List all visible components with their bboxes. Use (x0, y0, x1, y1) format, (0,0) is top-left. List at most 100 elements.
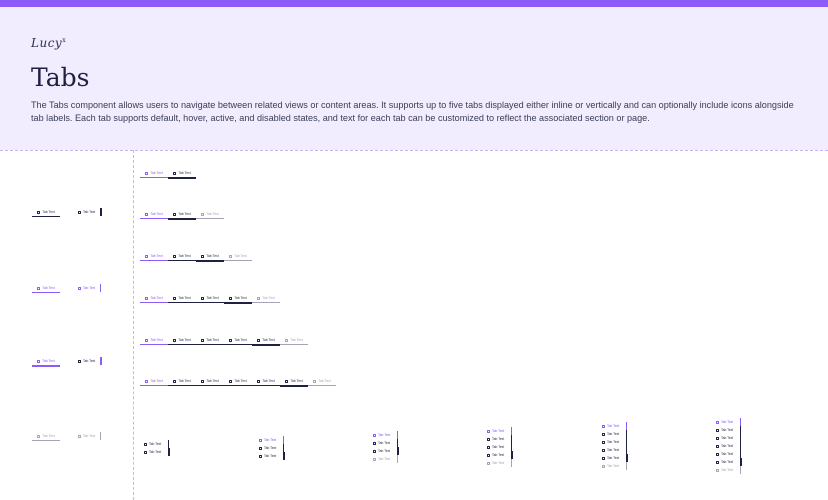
tab-item: Tab Text (308, 377, 336, 386)
tab-icon (716, 468, 719, 472)
tab-icon (145, 254, 149, 258)
tab-icon (716, 428, 719, 432)
tab-item: Tab Text (373, 455, 398, 463)
tab-item: Tab Text (280, 336, 308, 345)
tab-icon (201, 379, 205, 383)
tab-item[interactable]: Tab Text (144, 448, 170, 456)
tab-item[interactable]: Tab Text (487, 427, 512, 435)
tab-icon (173, 338, 177, 342)
tab-item[interactable]: Tab Text (196, 377, 224, 386)
tab-item[interactable]: Tab Text (168, 336, 196, 345)
tab-item[interactable]: Tab Text (252, 336, 280, 346)
tab-item[interactable]: Tab Text (196, 336, 224, 345)
tab-icon (716, 420, 719, 424)
tab-group-6: Tab Text Tab Text Tab Text Tab Text Tab … (140, 336, 308, 346)
tab-default[interactable]: Tab Text (32, 208, 60, 217)
tab-item[interactable]: Tab Text (140, 377, 168, 386)
tab-hover[interactable]: Tab Text (78, 284, 101, 292)
tab-icon (145, 171, 149, 175)
tab-icon (257, 296, 261, 300)
tab-item[interactable]: Tab Text (487, 435, 512, 443)
vertical-tab-group-5: Tab Text Tab Text Tab Text Tab Text Tab … (487, 427, 513, 467)
section-divider-horizontal (0, 150, 828, 151)
tab-item[interactable]: Tab Text (602, 446, 627, 454)
tab-item[interactable]: Tab Text (140, 252, 168, 261)
tab-item[interactable]: Tab Text (259, 444, 284, 452)
vertical-tab-group-2: Tab Text Tab Text (144, 440, 170, 456)
tab-item[interactable]: Tab Text (487, 443, 512, 451)
tab-item[interactable]: Tab Text (196, 252, 224, 262)
tab-group-5: Tab Text Tab Text Tab Text Tab Text Tab … (140, 294, 280, 304)
vertical-tab-group-4: Tab Text Tab Text Tab Text Tab Text (373, 431, 399, 463)
tab-item[interactable]: Tab Text (716, 458, 742, 466)
tab-item[interactable]: Tab Text (487, 451, 513, 459)
tab-item[interactable]: Tab Text (259, 452, 285, 460)
tab-icon (229, 296, 233, 300)
tab-item[interactable]: Tab Text (252, 377, 280, 386)
tab-icon (373, 433, 376, 437)
tab-icon (373, 449, 376, 453)
tab-item[interactable]: Tab Text (716, 426, 741, 434)
tab-icon (257, 379, 261, 383)
tab-item[interactable]: Tab Text (168, 294, 196, 303)
tab-item[interactable]: Tab Text (168, 169, 196, 179)
tab-icon (602, 456, 605, 460)
tab-disabled: Tab Text (32, 432, 60, 441)
tab-item[interactable]: Tab Text (373, 431, 398, 439)
section-divider-vertical (133, 150, 134, 500)
tab-active[interactable]: Tab Text (78, 357, 102, 365)
tab-item[interactable]: Tab Text (373, 439, 398, 447)
tab-icon (145, 212, 149, 216)
tab-icon (487, 437, 490, 441)
tab-item[interactable]: Tab Text (140, 169, 168, 178)
tab-icon (145, 379, 149, 383)
tab-hover[interactable]: Tab Text (32, 284, 60, 293)
tab-item[interactable]: Tab Text (716, 442, 741, 450)
tab-icon (201, 296, 205, 300)
tab-item[interactable]: Tab Text (716, 434, 741, 442)
tab-item[interactable]: Tab Text (140, 336, 168, 345)
tab-item[interactable]: Tab Text (602, 454, 628, 462)
vertical-tab-group-6: Tab Text Tab Text Tab Text Tab Text Tab … (602, 422, 628, 470)
tab-icon (229, 254, 233, 258)
tab-icon (37, 359, 41, 363)
tab-item[interactable]: Tab Text (373, 447, 399, 455)
tab-item: Tab Text (224, 252, 252, 261)
tab-item[interactable]: Tab Text (140, 294, 168, 303)
tab-item[interactable]: Tab Text (140, 210, 168, 219)
tab-item[interactable]: Tab Text (224, 336, 252, 345)
top-accent-bar (0, 0, 828, 7)
tab-item[interactable]: Tab Text (224, 377, 252, 386)
tab-item[interactable]: Tab Text (716, 418, 741, 426)
tab-item[interactable]: Tab Text (602, 430, 627, 438)
tab-item[interactable]: Tab Text (280, 377, 308, 387)
tab-default[interactable]: Tab Text (78, 208, 102, 216)
tab-icon (145, 296, 149, 300)
tab-item[interactable]: Tab Text (168, 210, 196, 220)
tab-icon (487, 453, 490, 457)
tab-icon (201, 212, 205, 216)
tab-item[interactable]: Tab Text (168, 377, 196, 386)
tab-icon (201, 254, 205, 258)
tab-item[interactable]: Tab Text (168, 252, 196, 261)
tab-item[interactable]: Tab Text (716, 450, 741, 458)
tab-icon (716, 460, 719, 464)
state-disabled-horizontal: Tab Text (32, 432, 60, 441)
tab-icon (602, 464, 605, 468)
tab-item[interactable]: Tab Text (224, 294, 252, 304)
tab-icon (145, 338, 149, 342)
tab-group-4: Tab Text Tab Text Tab Text Tab Text (140, 252, 252, 262)
tab-item[interactable]: Tab Text (259, 436, 284, 444)
tab-item[interactable]: Tab Text (602, 438, 627, 446)
tab-item[interactable]: Tab Text (144, 440, 169, 448)
vertical-tab-group-7: Tab Text Tab Text Tab Text Tab Text Tab … (716, 418, 742, 474)
tab-icon (487, 429, 490, 433)
tab-item[interactable]: Tab Text (196, 294, 224, 303)
tab-icon (716, 452, 719, 456)
tab-icon (37, 210, 41, 214)
tab-item[interactable]: Tab Text (602, 422, 627, 430)
tab-icon (602, 448, 605, 452)
tab-active[interactable]: Tab Text (32, 357, 60, 367)
tab-icon (173, 296, 177, 300)
tab-icon (144, 450, 147, 454)
